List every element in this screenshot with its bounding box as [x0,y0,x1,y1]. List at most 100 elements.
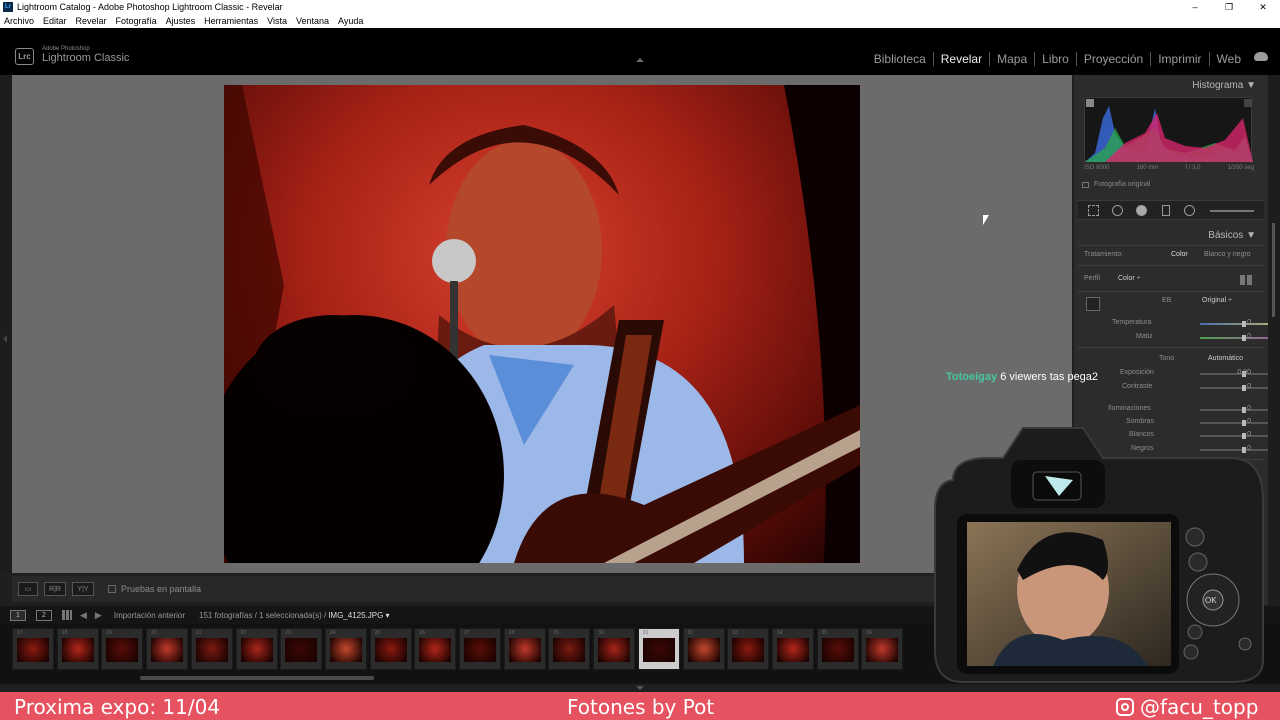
filmstrip-scroll-thumb[interactable] [140,676,374,680]
menu-vista[interactable]: Vista [267,16,287,26]
module-picker: Biblioteca Revelar Mapa Libro Proyección… [867,52,1248,66]
collapse-filmstrip-arrow[interactable] [636,686,644,690]
highlights-slider-knob[interactable] [1242,407,1246,413]
menu-archivo[interactable]: Archivo [4,16,34,26]
exif-info: ISO 8000 160 mm f / 3,0 1/200 seg [1084,165,1254,171]
module-mapa[interactable]: Mapa [990,52,1036,66]
cloud-sync-icon[interactable] [1254,52,1268,61]
wb-select[interactable]: Original ÷ [1202,297,1232,304]
left-panel-collapsed[interactable] [0,75,12,573]
original-photo-toggle[interactable]: Fotografía original [1082,181,1150,188]
filmstrip-thumb[interactable]: 19 [101,628,144,670]
brush-tool-icon[interactable] [1210,210,1254,212]
red-eye-icon[interactable] [1136,205,1147,216]
exposure-value[interactable]: 0,00 [1237,369,1251,376]
tint-value[interactable]: 0 [1247,333,1251,340]
expand-left-panel-icon[interactable] [3,335,7,343]
spot-removal-icon[interactable] [1112,205,1123,216]
wb-eyedropper-icon[interactable] [1086,297,1100,311]
before-after-button[interactable]: R|R [44,582,66,596]
filmstrip-thumb[interactable]: 32 [682,628,725,670]
thumb-image [508,638,541,662]
filmstrip-thumb[interactable]: 22 [235,628,278,670]
module-proyeccion[interactable]: Proyección [1077,52,1152,66]
filmstrip-thumb[interactable]: 30 [593,628,636,670]
module-libro[interactable]: Libro [1035,52,1077,66]
temperature-value[interactable]: 0 [1247,319,1251,326]
profile-select[interactable]: Color ÷ [1118,275,1141,282]
highlights-value[interactable]: 0 [1247,405,1251,412]
menu-editar[interactable]: Editar [43,16,67,26]
loupe-view-button[interactable]: ▭ [18,582,38,596]
filmstrip-thumb[interactable]: 36 [861,628,904,670]
before-after-split-button[interactable]: Y|Y [72,582,94,596]
menu-herramientas[interactable]: Herramientas [204,16,258,26]
screen-2-button[interactable]: 2 [36,609,52,621]
filmstrip-thumb[interactable]: 21 [190,628,233,670]
thumb-number: 20 [151,630,157,636]
filmstrip-thumb[interactable]: 25 [369,628,412,670]
crop-tool-icon[interactable] [1088,205,1099,216]
menu-ayuda[interactable]: Ayuda [338,16,363,26]
graduated-filter-icon[interactable] [1162,205,1170,216]
menu-ajustes[interactable]: Ajustes [166,16,196,26]
histogram-panel-header[interactable]: Histograma ▼ [1192,80,1256,91]
module-imprimir[interactable]: Imprimir [1151,52,1210,66]
develop-toolbar: ▭ R|R Y|Y Pruebas en pantalla [12,576,1072,602]
right-panel-scrollbar[interactable] [1268,75,1280,605]
menu-fotografia[interactable]: Fotografía [116,16,157,26]
divider [1078,291,1264,292]
original-photo-checkbox[interactable] [1082,181,1089,188]
forward-arrow-icon[interactable]: ▶ [95,610,102,621]
filmstrip-thumb[interactable]: 27 [459,628,501,670]
contrast-slider-knob[interactable] [1242,385,1246,391]
filmstrip-thumb[interactable]: 33 [727,628,770,670]
grid-view-icon[interactable] [62,610,72,620]
filmstrip-thumb[interactable]: 28 [503,628,546,670]
thumb-image [821,638,854,662]
filmstrip-thumb[interactable]: 26 [414,628,457,670]
filmstrip-thumb[interactable]: 29 [548,628,591,670]
photo-preview[interactable] [224,85,860,563]
minimize-button[interactable]: – [1178,0,1212,14]
radial-filter-icon[interactable] [1184,205,1195,216]
divider [1078,265,1264,266]
menu-revelar[interactable]: Revelar [76,16,107,26]
filmstrip-thumb[interactable]: 24 [324,628,367,670]
filmstrip-thumb[interactable]: 23 [280,628,323,670]
histogram-graph [1085,99,1253,162]
filmstrip-thumb[interactable]: 18 [56,628,99,670]
filmstrip-thumb[interactable]: 17 [12,628,54,670]
module-web[interactable]: Web [1210,52,1248,66]
contrast-value[interactable]: 0 [1247,383,1251,390]
before-after-split-label: Y|Y [77,585,89,593]
thumb-image [419,638,452,662]
basics-panel-header[interactable]: Básicos ▼ [1208,230,1256,241]
maximize-button[interactable]: ❐ [1212,0,1246,14]
treatment-bw-option[interactable]: Blanco y negro [1204,251,1251,258]
temperature-slider-knob[interactable] [1242,321,1246,327]
module-biblioteca[interactable]: Biblioteca [867,52,934,66]
collapse-top-panel-arrow[interactable] [636,58,644,62]
auto-tone-button[interactable]: Automático [1208,355,1243,362]
filmstrip-thumb[interactable]: 20 [146,628,189,670]
back-arrow-icon[interactable]: ◀ [80,610,87,621]
highlights-label: Iluminaciones [1108,405,1151,412]
shutter-value: 1/200 seg [1227,165,1254,171]
filmstrip-thumb[interactable]: 35 [816,628,859,670]
filmstrip-thumb[interactable]: 31 [637,628,680,670]
lightroom-app-icon: Lr [3,2,13,12]
treatment-color-option[interactable]: Color [1171,251,1188,258]
soft-proofing-checkbox[interactable] [108,585,116,593]
profile-browser-icon[interactable] [1240,275,1252,285]
module-revelar[interactable]: Revelar [934,52,991,66]
filmstrip-filename[interactable]: IMG_4125.JPG ▾ [328,611,389,620]
filmstrip-source[interactable]: Importación anterior [114,611,185,620]
filmstrip-thumb[interactable]: 34 [771,628,814,670]
menu-ventana[interactable]: Ventana [296,16,329,26]
histogram[interactable] [1084,97,1253,162]
close-button[interactable]: ✕ [1246,0,1280,14]
screen-1-button[interactable]: 1 [10,609,26,621]
tint-slider-knob[interactable] [1242,335,1246,341]
right-panel-scroll-thumb[interactable] [1272,223,1275,317]
